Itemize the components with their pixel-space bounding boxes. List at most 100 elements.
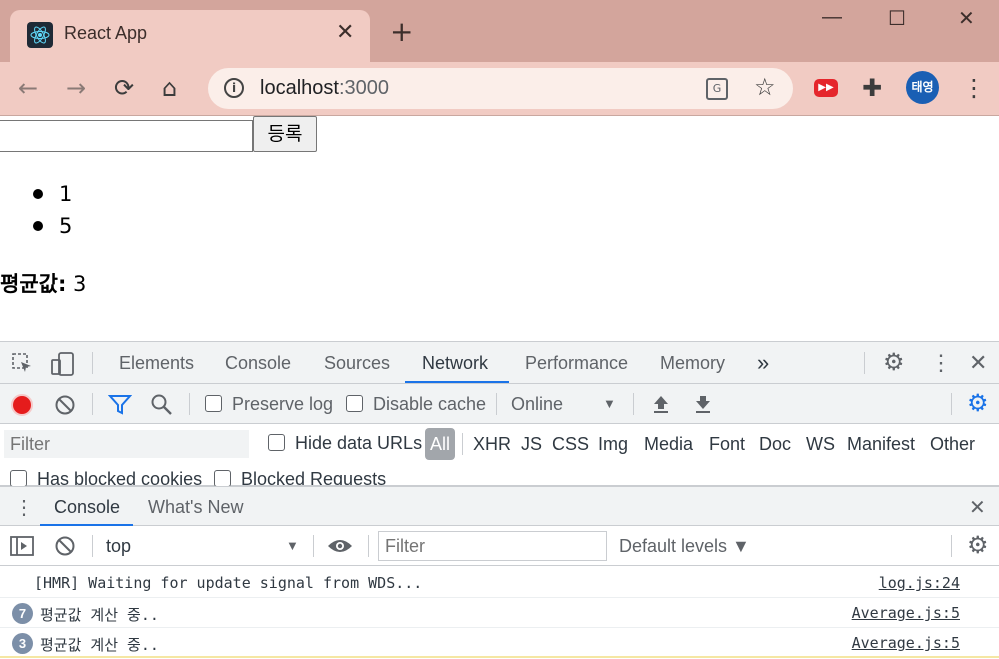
filter-funnel-icon[interactable] [108, 394, 132, 416]
filter-css-button[interactable]: CSS [552, 434, 589, 455]
has-blocked-cookies-label: Has blocked cookies [37, 469, 203, 485]
console-filter-input[interactable] [378, 531, 607, 561]
more-tabs-icon[interactable]: » [757, 350, 769, 376]
close-devtools-icon[interactable]: ✕ [969, 350, 987, 376]
forward-arrow-icon[interactable]: → [66, 74, 86, 102]
home-icon[interactable]: ⌂ [162, 74, 177, 102]
device-toolbar-icon[interactable] [50, 351, 76, 377]
average-value: 3 [73, 272, 87, 296]
preserve-log-checkbox[interactable] [205, 395, 222, 412]
log-message: [HMR] Waiting for update signal from WDS… [34, 574, 423, 592]
average-result: 평균값: 3 [0, 268, 86, 298]
live-expression-eye-icon[interactable] [327, 537, 353, 555]
devtools-panel: Elements Console Sources Network Perform… [0, 341, 999, 659]
console-settings-gear-icon[interactable]: ⚙ [967, 531, 989, 560]
log-source-link[interactable]: Average.js:5 [852, 604, 960, 622]
address-bar[interactable]: i localhost:3000 G ☆ [208, 68, 793, 109]
network-filter-input[interactable] [4, 430, 249, 458]
filter-font-button[interactable]: Font [709, 434, 745, 455]
sidebar-toggle-icon[interactable] [10, 536, 34, 556]
tab-network[interactable]: Network [422, 353, 488, 374]
active-tab-indicator [405, 381, 509, 383]
filter-img-button[interactable]: Img [598, 434, 628, 455]
tab-elements[interactable]: Elements [119, 353, 194, 374]
window-close-button[interactable]: ✕ [958, 6, 975, 31]
tab-console[interactable]: Console [225, 353, 291, 374]
filter-js-button[interactable]: JS [521, 434, 542, 455]
chevron-down-icon[interactable]: ▼ [286, 538, 299, 553]
console-log-row: 3 평균값 계산 중.. Average.js:5 [0, 628, 999, 658]
log-source-link[interactable]: log.js:24 [879, 574, 960, 592]
browser-title-bar: React App ✕ + — ☐ ✕ [0, 0, 999, 62]
submit-button[interactable]: 등록 [253, 116, 317, 152]
url-port: :3000 [338, 77, 389, 99]
tab-memory[interactable]: Memory [660, 353, 725, 374]
chevron-down-icon[interactable]: ▼ [603, 396, 616, 411]
filter-ws-button[interactable]: WS [806, 434, 835, 455]
hide-data-urls-checkbox[interactable] [268, 434, 285, 451]
has-blocked-cookies-checkbox[interactable] [10, 470, 27, 487]
inspect-element-icon[interactable] [12, 353, 34, 375]
export-har-icon[interactable] [692, 393, 714, 415]
back-arrow-icon[interactable]: ← [18, 74, 38, 102]
divider [633, 393, 634, 415]
youtube-extension-icon[interactable]: ▶▶ [814, 79, 838, 97]
divider [951, 393, 952, 415]
filter-doc-button[interactable]: Doc [759, 434, 791, 455]
url-text: localhost:3000 [260, 77, 389, 100]
divider [462, 433, 463, 455]
list-item: 1 [33, 178, 72, 210]
divider [368, 535, 369, 557]
number-input[interactable] [0, 120, 253, 152]
tab-close-icon[interactable]: ✕ [336, 20, 354, 45]
drawer-menu-icon[interactable]: ⋮ [14, 495, 34, 520]
reload-icon[interactable]: ⟳ [114, 74, 134, 102]
log-levels-select[interactable]: Default levels ▼ [619, 536, 750, 557]
blocked-requests-checkbox[interactable] [214, 470, 231, 487]
disable-cache-checkbox[interactable] [346, 395, 363, 412]
page-content: 등록 1 5 평균값: 3 [0, 116, 999, 342]
network-settings-gear-icon[interactable]: ⚙ [967, 389, 989, 418]
repeat-count-badge: 3 [12, 633, 33, 654]
translate-icon[interactable]: G [706, 78, 728, 100]
clear-icon[interactable] [54, 394, 76, 416]
chrome-menu-icon[interactable]: ⋮ [962, 74, 986, 102]
tab-sources[interactable]: Sources [324, 353, 390, 374]
drawer-tab-whats-new[interactable]: What's New [148, 497, 243, 518]
site-info-icon[interactable]: i [224, 78, 244, 98]
average-label: 평균값: [0, 272, 67, 296]
filter-media-button[interactable]: Media [644, 434, 693, 455]
close-drawer-icon[interactable]: ✕ [969, 495, 986, 520]
divider [864, 352, 865, 374]
console-toolbar: top ▼ Default levels ▼ ⚙ [0, 526, 999, 566]
log-source-link[interactable]: Average.js:5 [852, 634, 960, 652]
maximize-button[interactable]: ☐ [888, 6, 906, 31]
bookmark-star-icon[interactable]: ☆ [754, 73, 776, 101]
filter-other-button[interactable]: Other [930, 434, 975, 455]
filter-all-button[interactable]: All [425, 428, 455, 460]
browser-toolbar: ← → ⟳ ⌂ i localhost:3000 G ☆ ▶▶ ✚ 태영 ⋮ [0, 62, 999, 116]
filter-xhr-button[interactable]: XHR [473, 434, 511, 455]
filter-manifest-button[interactable]: Manifest [847, 434, 915, 455]
devtools-menu-icon[interactable]: ⋮ [930, 350, 952, 376]
devtools-tab-bar: Elements Console Sources Network Perform… [0, 342, 999, 384]
console-log-row: 7 평균값 계산 중.. Average.js:5 [0, 598, 999, 628]
profile-avatar[interactable]: 태영 [906, 71, 939, 104]
settings-gear-icon[interactable]: ⚙ [883, 348, 905, 377]
clear-console-icon[interactable] [54, 535, 76, 557]
context-select[interactable]: top [106, 536, 131, 557]
import-har-icon[interactable] [650, 393, 672, 415]
repeat-count-badge: 7 [12, 603, 33, 624]
minimize-button[interactable]: — [822, 6, 842, 29]
record-icon[interactable] [10, 393, 34, 417]
browser-tab-react-app[interactable]: React App ✕ [10, 10, 370, 62]
drawer-tab-console[interactable]: Console [54, 497, 120, 518]
disable-cache-label: Disable cache [373, 394, 487, 414]
divider [92, 535, 93, 557]
new-tab-button[interactable]: + [390, 18, 413, 46]
search-icon[interactable] [150, 393, 174, 417]
throttling-select[interactable]: Online [511, 394, 563, 415]
network-toolbar: Preserve log Disable cache Online ▼ ⚙ [0, 384, 999, 424]
extensions-puzzle-icon[interactable]: ✚ [862, 74, 882, 102]
tab-performance[interactable]: Performance [525, 353, 628, 374]
